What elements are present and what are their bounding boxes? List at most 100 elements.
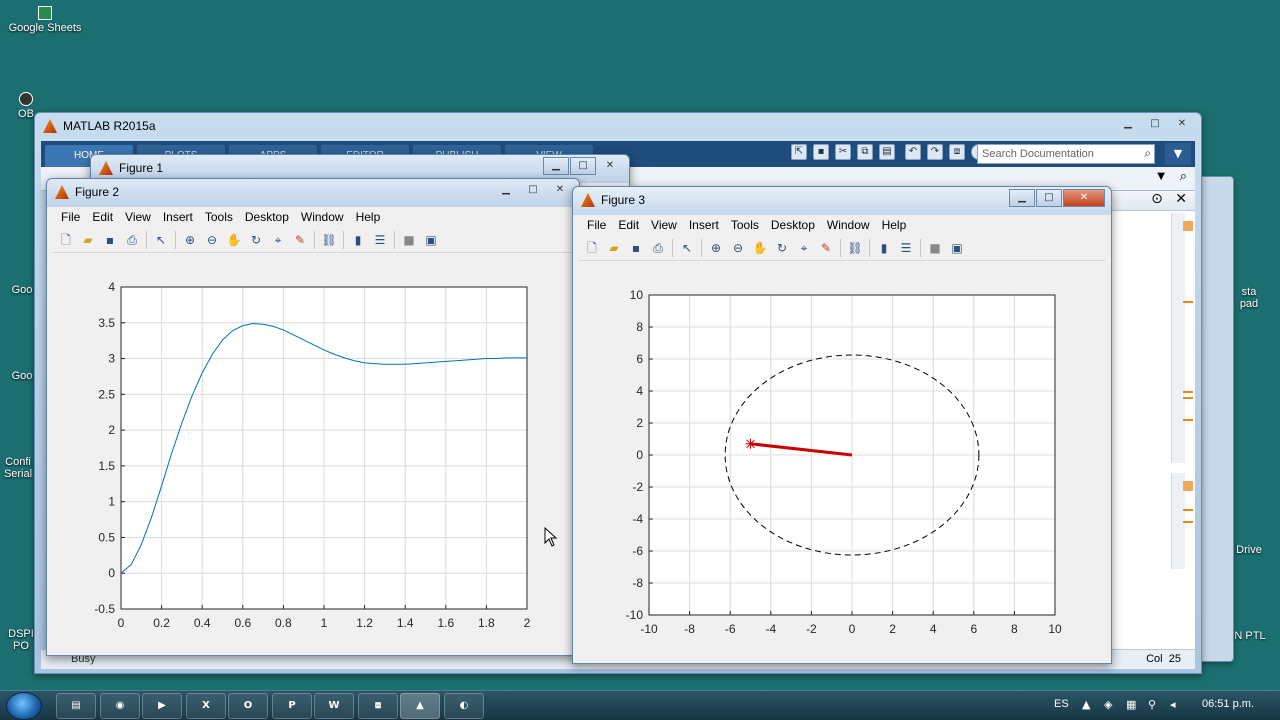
figure3-window[interactable]: Figure 3 ▁ □ ✕ File Edit View Insert Too… <box>572 186 1112 664</box>
figure2-titlebar[interactable]: Figure 2 ▁ □ ✕ <box>47 179 579 207</box>
ribbon-menu-icon[interactable]: ▼ <box>1165 143 1191 165</box>
cut-icon[interactable]: ✂ <box>835 144 851 160</box>
zoom-out-icon[interactable]: ⊖ <box>203 231 221 249</box>
pointer-icon[interactable]: ↖ <box>152 231 170 249</box>
desktop-icon-notepad[interactable]: sta pad <box>1234 286 1264 310</box>
tray-arrow-icon[interactable]: ▲ <box>1082 698 1090 711</box>
figure3-canvas[interactable]: -10 -8 -6 -4 -2 0 2 4 6 8 10 -10 -8 -6 -4 -2 0 2 4 6 8 10 <box>579 261 1105 657</box>
menu-view[interactable]: View <box>125 210 151 224</box>
undo-icon[interactable]: ↶ <box>905 144 921 160</box>
save-icon[interactable]: ▪ <box>101 231 119 249</box>
new-file-icon[interactable]: 🗋 <box>57 231 75 249</box>
desktop-icon-goo2[interactable]: Goo <box>10 370 34 382</box>
menu-insert[interactable]: Insert <box>689 218 719 232</box>
new-file-icon[interactable]: 🗋 <box>583 239 601 257</box>
taskbar-powerpoint-icon[interactable]: P <box>272 693 312 719</box>
matlab-titlebar[interactable]: MATLAB R2015a ▁ □ ✕ <box>35 113 1201 139</box>
menu-help[interactable]: Help <box>356 210 381 224</box>
vertical-scrollbar[interactable] <box>1171 213 1185 463</box>
data-cursor-icon[interactable]: ⌖ <box>795 239 813 257</box>
copy-icon[interactable]: ⧉ <box>857 144 873 160</box>
desktop-icon-goo1[interactable]: Goo <box>10 284 34 296</box>
colorbar-icon[interactable]: ▮ <box>875 239 893 257</box>
close-button[interactable]: ✕ <box>547 181 573 199</box>
open-file-icon[interactable]: ▰ <box>79 231 97 249</box>
menu-file[interactable]: File <box>587 218 606 232</box>
minimize-button[interactable]: ▁ <box>493 181 519 199</box>
taskbar-outlook-icon[interactable]: O <box>228 693 268 719</box>
maximize-button[interactable]: □ <box>1142 115 1168 133</box>
menu-tools[interactable]: Tools <box>731 218 759 232</box>
step-response-chart[interactable]: 0 0.2 0.4 0.6 0.8 1 1.2 1.4 1.6 1.8 2-0.500.511.52… <box>53 253 573 651</box>
save-icon[interactable]: ▪ <box>813 144 829 160</box>
menu-file[interactable]: File <box>61 210 80 224</box>
redo-icon[interactable]: ↷ <box>927 144 943 160</box>
close-button[interactable]: ✕ <box>1169 115 1195 133</box>
taskbar-chrome-icon[interactable]: ◉ <box>100 693 140 719</box>
figure2-window[interactable]: Figure 2 ▁ □ ✕ File Edit View Insert Too… <box>46 178 580 656</box>
save-icon[interactable]: ▪ <box>627 239 645 257</box>
menu-desktop[interactable]: Desktop <box>771 218 815 232</box>
clock[interactable]: 06:51 p.m. <box>1202 698 1254 710</box>
taskbar-explorer-icon[interactable]: ▤ <box>56 693 96 719</box>
search-documentation-input[interactable]: Search Documentation ⌕ <box>977 144 1155 164</box>
zoom-in-icon[interactable]: ⊕ <box>181 231 199 249</box>
usb-icon[interactable]: ⚲ <box>1148 698 1156 711</box>
tray-icon[interactable]: ◈ <box>1104 698 1112 711</box>
show-plot-tools-icon[interactable]: ▣ <box>948 239 966 257</box>
colorbar-icon[interactable]: ▮ <box>349 231 367 249</box>
maximize-button[interactable]: □ <box>520 181 546 199</box>
open-file-icon[interactable]: ▰ <box>605 239 623 257</box>
figure2-canvas[interactable]: 0 0.2 0.4 0.6 0.8 1 1.2 1.4 1.6 1.8 2 -0.5 0 0.5 1 1.5 2… <box>53 253 573 649</box>
menu-insert[interactable]: Insert <box>163 210 193 224</box>
close-button[interactable]: ✕ <box>1063 189 1105 207</box>
link-plot-icon[interactable]: ⛓ <box>320 231 338 249</box>
zoom-in-icon[interactable]: ⊕ <box>707 239 725 257</box>
brush-icon[interactable]: ✎ <box>817 239 835 257</box>
close-button[interactable]: ✕ <box>597 157 623 175</box>
hide-plot-tools-icon[interactable]: ■ <box>400 231 418 249</box>
legend-icon[interactable]: ☰ <box>371 231 389 249</box>
menu-window[interactable]: Window <box>827 218 870 232</box>
desktop-icon-nptl[interactable]: N PTL <box>1232 630 1268 642</box>
paste-icon[interactable]: ▤ <box>879 144 895 160</box>
desktop-icon-dspi[interactable]: DSPI PO <box>6 628 36 652</box>
legend-icon[interactable]: ☰ <box>897 239 915 257</box>
minimize-button[interactable]: ▁ <box>1115 115 1141 133</box>
circle-trajectory-chart[interactable]: -10 -8 -6 -4 -2 0 2 4 6 8 10 -10 -8 -6 -4 -2 0 2 4 6 8 10 <box>579 261 1105 659</box>
shortcut-icon[interactable]: ⇱ <box>791 144 807 160</box>
link-plot-icon[interactable]: ⛓ <box>846 239 864 257</box>
print-icon[interactable]: ⎙ <box>649 239 667 257</box>
rotate-icon[interactable]: ↻ <box>247 231 265 249</box>
panel-close-icon[interactable]: ✕ <box>1175 191 1187 207</box>
taskbar-word-icon[interactable]: W <box>314 693 354 719</box>
taskbar-other-icon[interactable]: ◐ <box>444 693 484 719</box>
menu-help[interactable]: Help <box>882 218 907 232</box>
figure3-titlebar[interactable]: Figure 3 ▁ □ ✕ <box>573 187 1111 215</box>
taskbar-matlab-icon[interactable]: ▲ <box>400 693 440 719</box>
rotate-icon[interactable]: ↻ <box>773 239 791 257</box>
search-icon[interactable]: ⌕ <box>1144 146 1151 161</box>
pointer-icon[interactable]: ↖ <box>678 239 696 257</box>
workspace-panel[interactable]: ⊙ ✕ <box>1109 191 1195 649</box>
data-cursor-icon[interactable]: ⌖ <box>269 231 287 249</box>
print-icon[interactable]: ⎙ <box>123 231 141 249</box>
menu-tools[interactable]: Tools <box>205 210 233 224</box>
panel-options-icon[interactable]: ⊙ <box>1151 191 1163 207</box>
network-icon[interactable]: ▦ <box>1126 698 1136 711</box>
maximize-button[interactable]: □ <box>1036 189 1062 207</box>
pan-icon[interactable]: ✋ <box>751 239 769 257</box>
taskbar-media-icon[interactable]: ▶ <box>142 693 182 719</box>
volume-icon[interactable]: ◂ <box>1170 698 1176 711</box>
dropdown-icon[interactable]: ▼ <box>1157 171 1165 182</box>
switch-windows-icon[interactable]: ⧈ <box>949 144 965 160</box>
taskbar-device-icon[interactable]: ⧈ <box>358 693 398 719</box>
desktop-icon-drive[interactable]: Drive <box>1234 544 1264 556</box>
show-plot-tools-icon[interactable]: ▣ <box>422 231 440 249</box>
menu-window[interactable]: Window <box>301 210 344 224</box>
pan-icon[interactable]: ✋ <box>225 231 243 249</box>
desktop-icon-google-sheets[interactable]: Google Sheets <box>6 6 84 34</box>
taskbar-excel-icon[interactable]: X <box>186 693 226 719</box>
minimize-button[interactable]: ▁ <box>1009 189 1035 207</box>
language-indicator[interactable]: ES <box>1054 698 1069 710</box>
